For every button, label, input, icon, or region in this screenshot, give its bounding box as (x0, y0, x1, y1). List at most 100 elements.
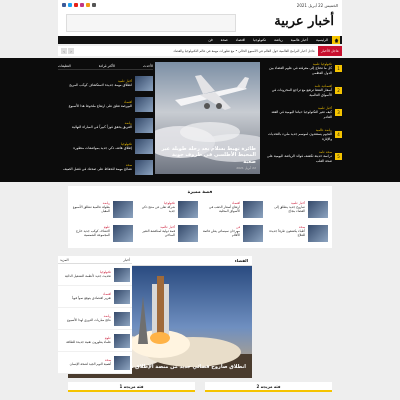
article-thumbnail[interactable] (135, 76, 153, 91)
nav-item[interactable]: فن (204, 38, 216, 42)
nav-item[interactable]: أخبار عالمية (287, 38, 312, 42)
list-item[interactable]: علوم علماء يطورون تقنية جديدة للطاقة (58, 330, 132, 352)
envelope-icon[interactable] (92, 3, 96, 7)
item-title[interactable]: تقرير اقتصادي يتوقع نمواً قوياً (72, 296, 111, 300)
nav-item[interactable]: الرئيسية (312, 38, 332, 42)
article-thumbnail[interactable] (135, 160, 153, 175)
story-card[interactable]: أخبار علمية صاروخ جديد ينطلق إلى الفضاء ب… (267, 199, 328, 221)
list-item[interactable]: تكنولوجيا إطلاق هاتف ذكي جديد بمواصفات مت… (58, 136, 153, 157)
item-title[interactable]: أسعار النفط ترتفع مع تراجع المخزونات في … (266, 88, 332, 97)
twitter-icon[interactable] (68, 3, 72, 7)
facebook-icon[interactable] (62, 3, 66, 7)
featured-item[interactable]: 2 اقتصادية عامة أسعار النفط ترتفع مع تراج… (266, 84, 342, 106)
list-item[interactable]: رياضة الفريق يحقق فوزاً كبيراً في المبارا… (58, 115, 153, 136)
featured-item[interactable]: 3 أخبار علمية كيف تغير التكنولوجيا حياتنا… (266, 106, 342, 128)
story-card[interactable]: تكنولوجيا شركة تعلن عن منتج ذكي جديد (137, 199, 198, 221)
list-item[interactable]: صحة نصائح مهمة للحفاظ على صحتك في فصل الص… (58, 157, 153, 178)
item-title[interactable]: مهرجان سينمائي يعلن قائمة الأفلام (202, 229, 240, 237)
item-title[interactable]: تحديث جديد لأنظمة التشغيل الذكية (65, 274, 111, 278)
article-thumbnail[interactable] (243, 201, 263, 218)
article-thumbnail[interactable] (114, 289, 130, 304)
nav-item[interactable]: رياضة (270, 38, 287, 42)
item-title[interactable]: قمة دولية لمناقشة التغير المناخي (137, 229, 175, 237)
tab-comments[interactable]: التعليقات (58, 64, 71, 68)
section-title: قصة مميزة (187, 190, 213, 195)
nav-item[interactable]: تكنولوجيا (249, 38, 270, 42)
item-title[interactable]: نتائج مباريات الدوري لهذا الأسبوع (67, 318, 111, 322)
story-card[interactable]: اقتصاد ارتفاع أسعار الذهب في الأسواق المح… (202, 199, 263, 221)
chevron-left-icon[interactable]: ‹ (61, 48, 67, 54)
youtube-icon[interactable] (74, 3, 78, 7)
hero-date: 22 أبريل 2021 (236, 166, 256, 170)
article-thumbnail[interactable] (308, 201, 328, 218)
ticker-text[interactable]: عاجل أخبار البرامج العالمية حول العالم ف… (74, 49, 318, 53)
latest-tabs: الأحدث الأكثر قراءة التعليقات (58, 62, 153, 70)
list-item[interactable]: صحة أهمية النوم الجيد لصحة الإنسان (58, 352, 132, 374)
item-title[interactable]: شركة تعلن عن منتج ذكي جديد (137, 205, 175, 213)
item-title[interactable]: صاروخ جديد ينطلق إلى الفضاء بنجاح (267, 205, 305, 213)
article-thumbnail[interactable] (135, 139, 153, 154)
article-thumbnail[interactable] (113, 225, 133, 242)
sidebar-header: أخبار المزيد (58, 256, 132, 264)
story-card[interactable]: صحة أطباء يكشفون طرقاً جديدة للعلاج (267, 223, 328, 245)
article-thumbnail[interactable] (178, 201, 198, 218)
featured-item[interactable]: 1 تكنولوجيا علمية كل ما تحتاج إلى معرفته … (266, 62, 342, 84)
hero-article[interactable]: طائرة تهبط بسلام بعد رحلة طويلة عبر المح… (155, 62, 260, 174)
hero-title[interactable]: طائرة تهبط بسلام بعد رحلة طويلة عبر المح… (159, 146, 256, 166)
nav-item[interactable]: اقتصاد (232, 38, 249, 42)
article-thumbnail[interactable] (114, 267, 130, 282)
home-icon (334, 38, 338, 42)
item-title[interactable]: أهمية النوم الجيد لصحة الإنسان (70, 362, 111, 366)
item-title[interactable]: إطلاق هاتف ذكي جديد بمواصفات متطورة (58, 146, 132, 151)
home-button[interactable] (332, 36, 340, 44)
item-title[interactable]: النجوم يستعدون لموسم جديد مليء بالتحديات… (266, 132, 332, 141)
featured-item[interactable]: 5 صحة عامة دراسة حديثة تكشف فوائد الرياضة… (266, 150, 342, 172)
list-item[interactable]: اقتصاد البورصة تغلق على ارتفاع ملحوظ هذا … (58, 94, 153, 115)
item-title[interactable]: انطلاق مهمة جديدة لاستكشاف كوكب المريخ (58, 83, 132, 88)
item-title[interactable]: الفريق يحقق فوزاً كبيراً في المباراة الن… (58, 125, 132, 130)
story-card[interactable]: رياضة بطولة عالمية تنطلق الأسبوع المقبل (72, 199, 133, 221)
more-link[interactable]: المزيد (60, 258, 69, 262)
tab-popular[interactable]: الأكثر قراءة (99, 64, 115, 68)
article-thumbnail[interactable] (178, 225, 198, 242)
item-title[interactable]: بطولة عالمية تنطلق الأسبوع المقبل (72, 205, 110, 213)
rank-badge: 1 (335, 65, 342, 72)
item-title[interactable]: كل ما تحتاج إلى معرفته في علوم الفضاء بي… (266, 66, 332, 75)
article-thumbnail[interactable] (113, 201, 133, 218)
item-title[interactable]: نصائح مهمة للحفاظ على صحتك في فصل الصيف (58, 167, 132, 172)
site-logo[interactable]: أخبار عربية (274, 14, 334, 29)
ticker-controls: ‹ › (58, 48, 74, 54)
rss-icon[interactable] (86, 3, 90, 7)
list-item[interactable]: اقتصاد تقرير اقتصادي يتوقع نمواً قوياً (58, 286, 132, 308)
item-title[interactable]: علماء يطورون تقنية جديدة للطاقة (66, 340, 111, 344)
list-item[interactable]: تكنولوجيا تحديث جديد لأنظمة التشغيل الذكي… (58, 264, 132, 286)
item-title[interactable]: أطباء يكشفون طرقاً جديدة للعلاج (267, 229, 305, 237)
article-thumbnail[interactable] (135, 97, 153, 112)
featured-item[interactable]: 4 رياضة عالمية النجوم يستعدون لموسم جديد … (266, 128, 342, 150)
list-item[interactable]: رياضة نتائج مباريات الدوري لهذا الأسبوع (58, 308, 132, 330)
item-title[interactable]: كيف تغير التكنولوجيا حياتنا اليومية في ا… (266, 110, 332, 119)
article-thumbnail[interactable] (114, 355, 130, 370)
chevron-right-icon[interactable]: › (68, 48, 74, 54)
story-card[interactable]: أخبار عالمية قمة دولية لمناقشة التغير الم… (137, 223, 198, 245)
article-thumbnail[interactable] (114, 311, 130, 326)
list-item[interactable]: أخبار علمية انطلاق مهمة جديدة لاستكشاف كو… (58, 73, 153, 94)
section-title: فئة مزيجة 2 (205, 382, 332, 392)
story-card[interactable]: فن مهرجان سينمائي يعلن قائمة الأفلام (202, 223, 263, 245)
article-thumbnail[interactable] (308, 225, 328, 242)
item-title[interactable]: البورصة تغلق على ارتفاع ملحوظ هذا الأسبو… (58, 104, 132, 109)
item-title[interactable]: ارتفاع أسعار الذهب في الأسواق المحلية (202, 205, 240, 213)
mixed-category-headers: فئة مزيجة 2 فئة مزيجة 1 (68, 382, 332, 392)
tab-latest[interactable]: الأحدث (143, 64, 153, 68)
article-thumbnail[interactable] (243, 225, 263, 242)
article-thumbnail[interactable] (135, 118, 153, 133)
instagram-icon[interactable] (80, 3, 84, 7)
story-card[interactable]: علوم اكتشاف كوكب جديد خارج المجموعة الشمس… (72, 223, 133, 245)
item-title[interactable]: دراسة حديثة تكشف فوائد الرياضة اليومية ع… (266, 154, 332, 163)
item-title[interactable]: اكتشاف كوكب جديد خارج المجموعة الشمسية (72, 229, 110, 237)
site-header: أخبار عربية (58, 10, 342, 36)
article-thumbnail[interactable] (114, 333, 130, 348)
featured-band: 1 تكنولوجيا علمية كل ما تحتاج إلى معرفته … (0, 58, 400, 182)
header-ad-banner[interactable] (66, 14, 236, 32)
nav-item[interactable]: صحة (217, 38, 232, 42)
